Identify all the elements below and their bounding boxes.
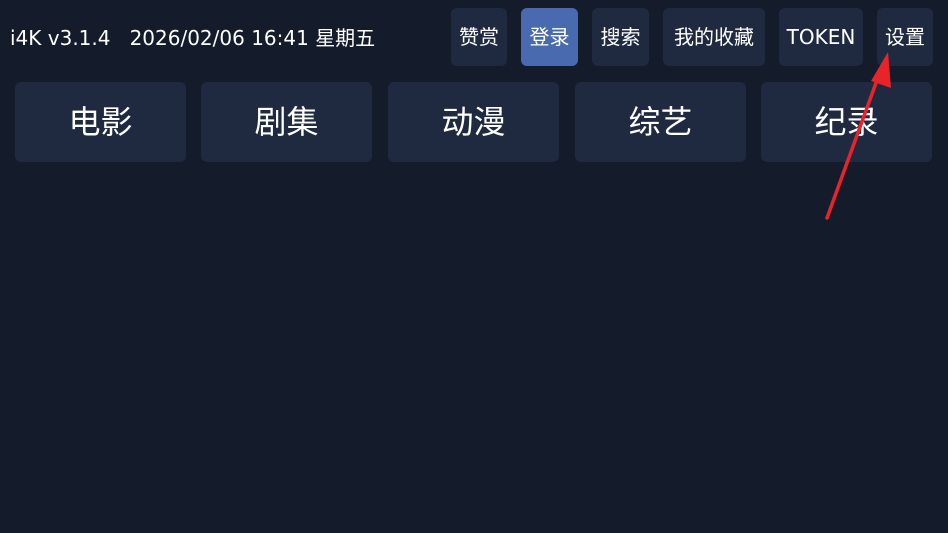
search-button[interactable]: 搜索 xyxy=(592,8,649,66)
datetime: 2026/02/06 16:41 星期五 xyxy=(129,26,376,50)
login-button[interactable]: 登录 xyxy=(521,8,578,66)
category-documentary[interactable]: 纪录 xyxy=(761,82,932,162)
favorites-button[interactable]: 我的收藏 xyxy=(663,8,765,66)
donate-button[interactable]: 赞赏 xyxy=(451,8,507,66)
settings-button[interactable]: 设置 xyxy=(877,8,933,66)
category-variety[interactable]: 综艺 xyxy=(575,82,746,162)
category-series[interactable]: 剧集 xyxy=(201,82,372,162)
app-version: i4K v3.1.4 xyxy=(10,26,111,50)
token-button[interactable]: TOKEN xyxy=(779,8,863,66)
annotation-arrow-icon xyxy=(825,52,891,220)
category-movies[interactable]: 电影 xyxy=(15,82,186,162)
header-title: i4K v3.1.4 2026/02/06 16:41 星期五 xyxy=(10,24,375,52)
category-anime[interactable]: 动漫 xyxy=(388,82,559,162)
